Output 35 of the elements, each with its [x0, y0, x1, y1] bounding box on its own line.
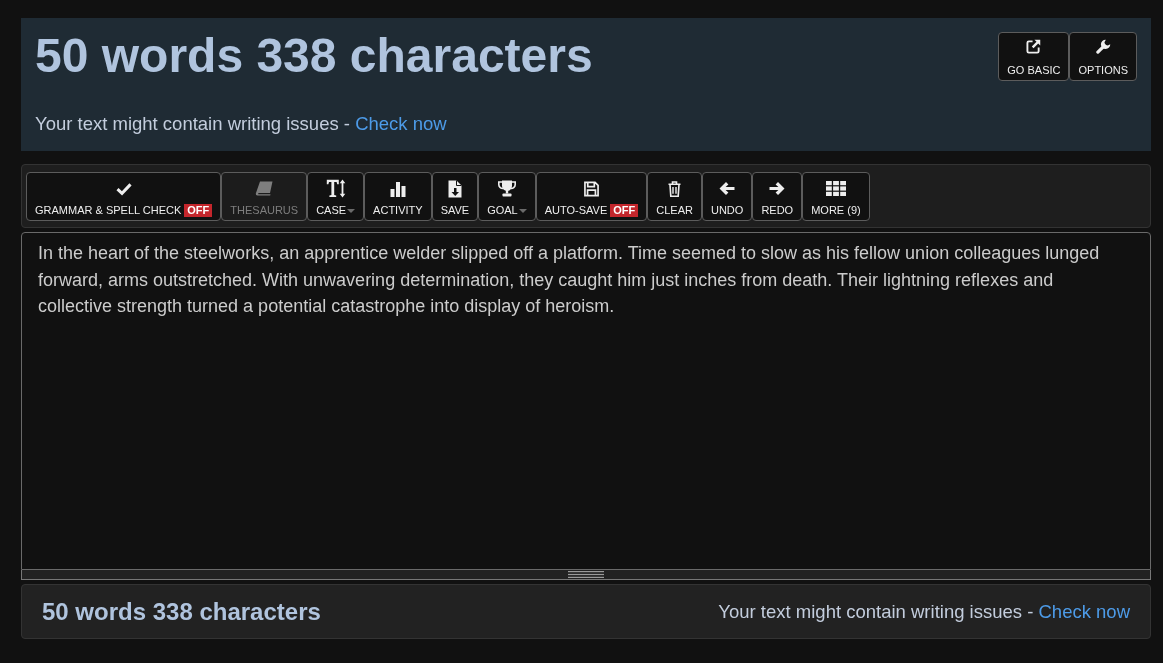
resize-handle[interactable] [21, 570, 1151, 580]
clear-button[interactable]: CLEAR [647, 172, 702, 221]
word-count-summary: 50 words 338 characters [42, 597, 321, 626]
auto-save-button[interactable]: AUTO-SAVE OFF [535, 172, 648, 221]
external-link-icon [1026, 39, 1042, 54]
redo-button[interactable]: REDO [752, 172, 803, 221]
more-button[interactable]: MORE (9) [802, 172, 870, 221]
grid-icon [825, 181, 846, 196]
case-button[interactable]: CASE [307, 172, 365, 221]
check-icon [115, 181, 132, 196]
grip-icon [568, 571, 604, 578]
file-download-icon [447, 179, 462, 198]
check-now-link[interactable]: Check now [1038, 600, 1130, 622]
word-count-heading: 50 words 338 characters [35, 28, 593, 83]
writing-issues-notice: Your text might contain writing issues - Check now [35, 113, 448, 135]
text-editor[interactable]: In the heart of the steelworks, an apprentice welder slipped off a platform. Time seemed to slow as his fellow union colleagues lunged forward, arms outstretched. With unwavering determination, they caught him just inches from death. Their lightning reflexes and collective strength turned a potential catastrophe into display of heroism. [21, 232, 1151, 570]
grammar-check-button[interactable]: GRAMMAR & SPELL CHECK OFF [26, 172, 222, 221]
wrench-icon [1095, 39, 1111, 54]
go-basic-button[interactable]: GO BASIC [998, 32, 1070, 81]
check-now-link[interactable]: Check now [355, 113, 447, 134]
arrow-right-icon [769, 181, 786, 196]
goal-button[interactable]: GOAL [478, 172, 536, 221]
text-height-icon [325, 179, 346, 198]
activity-button[interactable]: ACTIVITY [364, 172, 432, 221]
arrow-left-icon [719, 181, 736, 196]
undo-button[interactable]: UNDO [702, 172, 753, 221]
state-badge: OFF [610, 204, 639, 217]
options-button[interactable]: OPTIONS [1069, 32, 1137, 81]
writing-issues-notice: Your text might contain writing issues - Check now [718, 600, 1130, 623]
state-badge: OFF [184, 204, 213, 217]
trophy-icon [497, 180, 516, 197]
save-button[interactable]: SAVE [431, 172, 479, 221]
book-icon [255, 181, 274, 196]
trash-icon [668, 180, 682, 197]
bar-chart-icon [389, 180, 406, 197]
